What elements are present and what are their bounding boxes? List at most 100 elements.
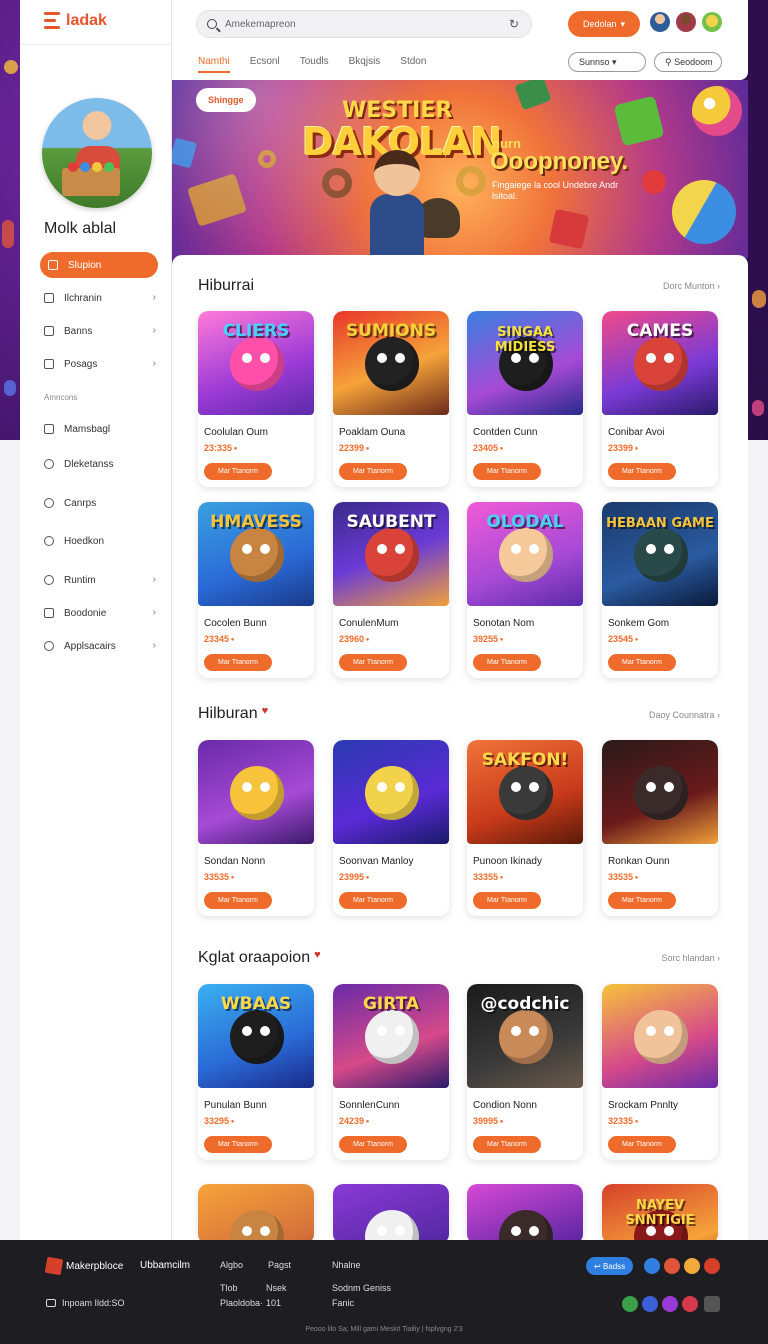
search-input[interactable]: Amekemapreon ↻ (196, 10, 532, 38)
footer-brand[interactable]: Makerpbloce (44, 1256, 123, 1276)
tab-bkqjsis[interactable]: Bkqjsis (349, 56, 381, 73)
game-card[interactable]: SUMIONS Poaklam Ouna 22399 Mar Ttanorm (333, 311, 449, 487)
game-thumbnail[interactable]: HEBAAN GAME (602, 502, 718, 606)
social-icon[interactable] (704, 1258, 720, 1274)
sidebar-item-runtim[interactable]: Runtim › (44, 567, 162, 593)
sidebar-item-dleketanss[interactable]: Dleketanss (44, 451, 162, 477)
play-button[interactable]: Mar Ttanorm (608, 1136, 676, 1153)
game-thumbnail[interactable] (333, 740, 449, 844)
game-thumbnail[interactable]: SINGAA MIDIESS (467, 311, 583, 415)
play-button[interactable]: Mar Ttanorm (339, 1136, 407, 1153)
footer-badge-button[interactable]: ↩ Badss (586, 1257, 634, 1275)
footer-link[interactable]: Algbo (220, 1260, 243, 1270)
game-thumbnail[interactable]: GIRTA (333, 984, 449, 1088)
game-card[interactable]: OLODAL Sonotan Nom 39255 Mar Ttanorm (467, 502, 583, 678)
game-thumbnail[interactable] (333, 1184, 449, 1244)
sidebar-item-canrps[interactable]: Canrps (44, 490, 162, 516)
play-button[interactable]: Mar Ttanorm (339, 463, 407, 480)
sidebar-item-ilchranin[interactable]: Ilchranin › (44, 285, 162, 311)
tab-ecsonl[interactable]: Ecsonl (250, 56, 280, 73)
footer-link[interactable]: Sodnm Geniss (332, 1283, 391, 1293)
instagram-icon[interactable] (662, 1296, 678, 1312)
game-thumbnail[interactable]: CLIERS (198, 311, 314, 415)
game-card[interactable] (198, 1184, 314, 1244)
play-button[interactable]: Mar Ttanorm (339, 892, 407, 909)
game-card[interactable]: WBAAS Punulan Bunn 33295 Mar Ttanorm (198, 984, 314, 1160)
sidebar-item-banns[interactable]: Banns › (44, 318, 162, 344)
play-button[interactable]: Mar Ttanorm (473, 654, 541, 671)
hero-banner[interactable]: Shingge WESTIER DAKOLAN nurn Ooopnoney. … (172, 80, 748, 258)
play-button[interactable]: Mar Ttanorm (204, 654, 272, 671)
game-card[interactable]: Sondan Nonn 33535 Mar Ttanorm (198, 740, 314, 916)
footer-col-title[interactable]: Ubbamcilm (140, 1260, 190, 1271)
game-thumbnail[interactable] (198, 1184, 314, 1244)
game-card[interactable]: SAUBENT ConulenMum 23960 Mar Ttanorm (333, 502, 449, 678)
game-thumbnail[interactable]: HMAVESS (198, 502, 314, 606)
sidebar-item-mamsbagl[interactable]: Mamsbagl (44, 416, 162, 442)
tab-namthi[interactable]: Namthi (198, 56, 230, 73)
game-card[interactable]: HMAVESS Cocolen Bunn 23345 Mar Ttanorm (198, 502, 314, 678)
avatar[interactable] (42, 98, 152, 208)
emoji-icon[interactable] (702, 12, 722, 32)
game-thumbnail[interactable] (602, 984, 718, 1088)
game-thumbnail[interactable]: SAUBENT (333, 502, 449, 606)
game-card[interactable]: GIRTA SonnlenCunn 24239 Mar Ttanorm (333, 984, 449, 1160)
footer-link[interactable]: Fanic (332, 1298, 354, 1308)
footer-link[interactable]: Nhalne (332, 1260, 361, 1270)
facebook-icon[interactable] (642, 1296, 658, 1312)
social-icon[interactable] (664, 1258, 680, 1274)
play-button[interactable]: Mar Ttanorm (473, 1136, 541, 1153)
tab-stdon[interactable]: Stdon (400, 56, 426, 73)
game-thumbnail[interactable]: @codchic (467, 984, 583, 1088)
refresh-icon[interactable]: ↻ (509, 17, 519, 31)
check-icon[interactable] (644, 1258, 660, 1274)
profile-icon[interactable] (676, 12, 696, 32)
select-seodoom[interactable]: ⚲ Seodoom (654, 52, 722, 72)
game-thumbnail[interactable]: NAYEV SNNTIGIE (602, 1184, 718, 1244)
game-card[interactable]: SINGAA MIDIESS Contden Cunn 23405 Mar Ttano… (467, 311, 583, 487)
footer-link[interactable]: Pagst (268, 1260, 291, 1270)
game-thumbnail[interactable]: WBAAS (198, 984, 314, 1088)
game-card[interactable]: NAYEV SNNTIGIE (602, 1184, 718, 1244)
game-card[interactable]: HEBAAN GAME Sonkem Gom 23545 Mar Ttanorm (602, 502, 718, 678)
game-thumbnail[interactable]: OLODAL (467, 502, 583, 606)
game-card[interactable]: CLIERS Coolulan Oum 23:335 Mar Ttanorm (198, 311, 314, 487)
play-button[interactable]: Mar Ttanorm (339, 654, 407, 671)
sidebar-item-posags[interactable]: Posags › (44, 351, 162, 377)
tab-toudls[interactable]: Toudls (300, 56, 329, 73)
game-card[interactable]: Ronkan Ounn 33535 Mar Ttanorm (602, 740, 718, 916)
game-card[interactable] (467, 1184, 583, 1244)
see-all-link[interactable]: Sorc hlandan › (661, 953, 720, 963)
game-card[interactable]: Srockam Pnnlty 32335 Mar Ttanorm (602, 984, 718, 1160)
app-logo[interactable]: ladak (44, 12, 107, 30)
select-sunnso[interactable]: Sunnso ▾ (568, 52, 646, 72)
play-button[interactable]: Mar Ttanorm (473, 463, 541, 480)
footer-link[interactable]: Plaoldoba· (220, 1298, 263, 1308)
game-card[interactable]: CAMES Conibar Avoi 23399 Mar Ttanorm (602, 311, 718, 487)
play-button[interactable]: Mar Ttanorm (608, 654, 676, 671)
play-button[interactable]: Mar Ttanorm (204, 892, 272, 909)
game-thumbnail[interactable] (198, 740, 314, 844)
game-thumbnail[interactable]: SUMIONS (333, 311, 449, 415)
sidebar-item-hoedkon[interactable]: Hoedkon (44, 528, 162, 554)
play-button[interactable]: Mar Ttanorm (204, 463, 272, 480)
play-button[interactable]: Mar Ttanorm (608, 892, 676, 909)
game-card[interactable]: Soonvan Manloy 23995 Mar Ttanorm (333, 740, 449, 916)
game-thumbnail[interactable] (467, 1184, 583, 1244)
sidebar-item-boodonie[interactable]: Boodonie › (44, 600, 162, 626)
play-button[interactable]: Mar Ttanorm (608, 463, 676, 480)
sidebar-item-applsacairs[interactable]: Applsacairs › (44, 633, 162, 659)
banner-chip[interactable]: Shingge (196, 88, 256, 112)
pinterest-icon[interactable] (682, 1296, 698, 1312)
play-icon[interactable] (622, 1296, 638, 1312)
sidebar-item-slupion[interactable]: Slupion (40, 252, 158, 278)
game-card[interactable]: SAKFON! Punoon Ikinady 33355 Mar Ttanorm (467, 740, 583, 916)
game-thumbnail[interactable] (602, 740, 718, 844)
see-all-link[interactable]: Daoy Counnatra › (649, 710, 720, 720)
primary-dropdown-button[interactable]: Dedolan ▾ (568, 11, 640, 37)
footer-link[interactable]: Nsek (266, 1283, 287, 1293)
game-card[interactable] (333, 1184, 449, 1244)
cart-icon[interactable] (650, 12, 670, 32)
footer-link[interactable]: 101 (266, 1298, 281, 1308)
social-icon[interactable] (684, 1258, 700, 1274)
